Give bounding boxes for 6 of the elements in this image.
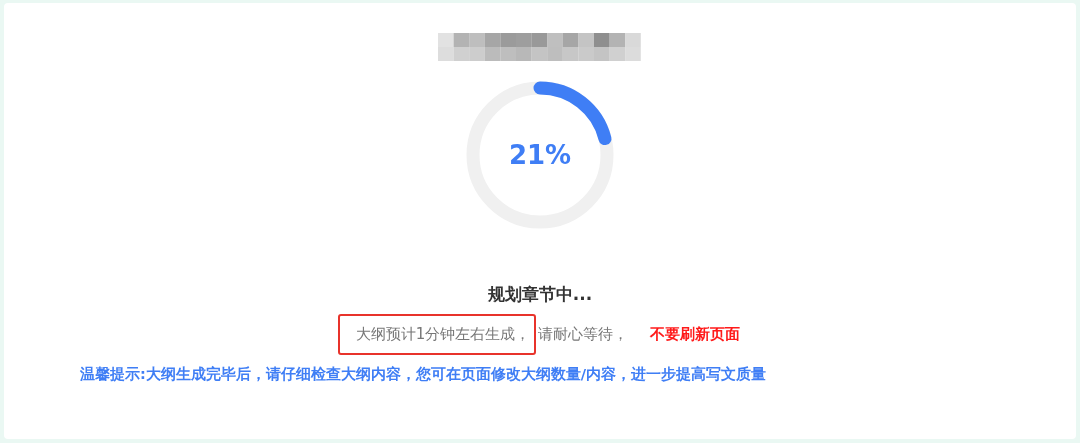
status-heading: 规划章节中... bbox=[487, 283, 593, 306]
status-text: 请耐心等待， bbox=[537, 324, 630, 345]
status-text: 大纲预计1分钟左右生成， bbox=[337, 314, 537, 355]
progress-percent: 21% bbox=[508, 140, 572, 170]
warning-text: 不要刷新页面 bbox=[649, 324, 742, 345]
tip-text: 温馨提示:大纲生成完毕后，请仔细检查大纲内容，您可在页面修改大纲数量/内容，进一步提高写文质量 bbox=[80, 365, 767, 384]
